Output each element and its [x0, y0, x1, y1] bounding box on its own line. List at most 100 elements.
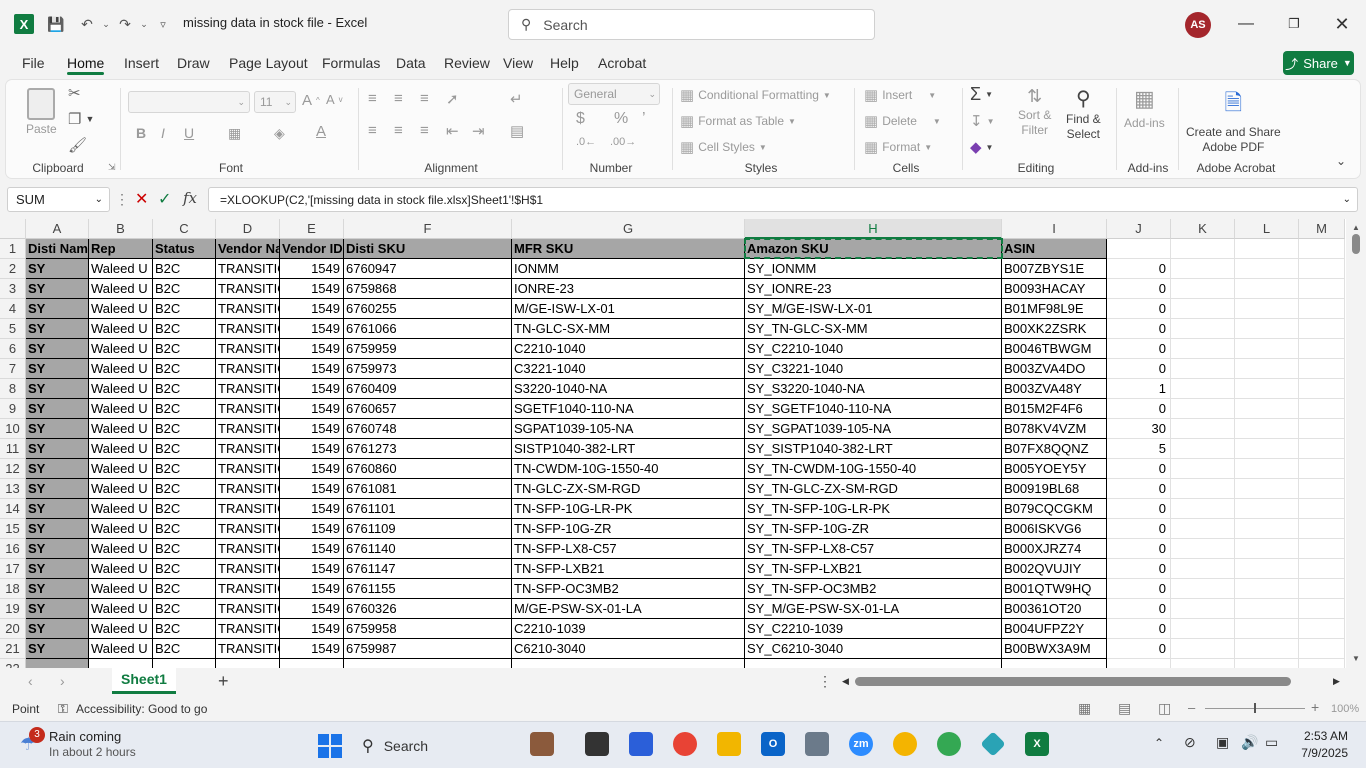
task-view-icon[interactable] — [585, 732, 609, 756]
insert-cells-button[interactable]: ▦ Insert ▼ — [864, 86, 936, 104]
column-header[interactable]: E — [280, 219, 344, 239]
table-cell[interactable]: TRANSITION — [216, 459, 280, 479]
empty-cell[interactable] — [1171, 319, 1235, 339]
table-cell[interactable]: 6760409 — [344, 379, 512, 399]
empty-cell[interactable] — [1299, 239, 1345, 259]
header-cell[interactable]: Status — [153, 239, 216, 259]
empty-cell[interactable] — [1299, 359, 1345, 379]
tab-data[interactable]: Data — [396, 55, 426, 71]
table-cell[interactable]: SY — [26, 499, 89, 519]
table-cell[interactable]: IONMM — [512, 259, 745, 279]
scroll-up-icon[interactable]: ▲ — [1352, 223, 1360, 232]
table-cell[interactable]: SY — [26, 319, 89, 339]
restore-icon[interactable]: ❐ — [1279, 10, 1309, 38]
scroll-down-icon[interactable]: ▼ — [1352, 654, 1360, 663]
row-header[interactable]: 10 — [0, 419, 26, 439]
table-cell[interactable]: B015M2F4F6 — [1002, 399, 1107, 419]
table-cell[interactable]: SY — [26, 359, 89, 379]
table-cell[interactable]: TRANSITION — [216, 499, 280, 519]
lookup-result-cell[interactable]: 0 — [1107, 499, 1171, 519]
header-cell[interactable]: Disti Name — [26, 239, 89, 259]
empty-cell[interactable] — [1235, 399, 1299, 419]
table-cell[interactable]: B2C — [153, 639, 216, 659]
bold-button[interactable]: B — [136, 125, 146, 141]
table-cell[interactable]: SY_IONMM — [745, 259, 1002, 279]
scroll-right-icon[interactable]: ▶ — [1333, 676, 1340, 687]
table-cell[interactable]: Waleed U — [89, 459, 153, 479]
empty-cell[interactable] — [1235, 499, 1299, 519]
table-cell[interactable]: C2210-1040 — [512, 339, 745, 359]
table-cell[interactable]: TRANSITION — [216, 439, 280, 459]
column-header[interactable]: J — [1107, 219, 1171, 239]
find-select-button[interactable]: ⚲ Find & Select — [1066, 86, 1101, 141]
partial-row-cell[interactable] — [1299, 659, 1345, 668]
file-explorer-icon[interactable] — [717, 732, 741, 756]
header-cell[interactable]: Disti SKU — [344, 239, 512, 259]
comma-icon[interactable]: ’ — [642, 110, 646, 128]
column-header[interactable]: L — [1235, 219, 1299, 239]
table-cell[interactable]: B2C — [153, 399, 216, 419]
windows-start-icon[interactable] — [318, 734, 342, 758]
number-format-select[interactable]: General ⌄ — [568, 83, 660, 105]
table-cell[interactable]: TRANSITION — [216, 279, 280, 299]
chrome-alt-profile-icon[interactable] — [937, 732, 961, 756]
table-cell[interactable]: Waleed U — [89, 639, 153, 659]
table-cell[interactable]: SY_M/GE-ISW-LX-01 — [745, 299, 1002, 319]
empty-cell[interactable] — [1171, 519, 1235, 539]
table-cell[interactable]: B0046TBWGM — [1002, 339, 1107, 359]
table-cell[interactable]: 1549 — [280, 359, 344, 379]
table-cell[interactable]: TRANSITION — [216, 359, 280, 379]
share-button[interactable]: ⤴ Share ▼ — [1283, 51, 1354, 75]
table-cell[interactable]: 6760748 — [344, 419, 512, 439]
lookup-result-cell[interactable]: 1 — [1107, 379, 1171, 399]
row-header[interactable]: 2 — [0, 259, 26, 279]
table-cell[interactable]: B003ZVA48Y — [1002, 379, 1107, 399]
lookup-result-cell[interactable]: 0 — [1107, 399, 1171, 419]
column-header[interactable]: K — [1171, 219, 1235, 239]
scroll-left-icon[interactable]: ◀ — [842, 676, 849, 687]
table-cell[interactable]: SY_SGPAT1039-105-NA — [745, 419, 1002, 439]
table-cell[interactable]: 1549 — [280, 619, 344, 639]
clear-icon[interactable]: ◆ ▼ — [970, 138, 993, 156]
table-cell[interactable]: 6760860 — [344, 459, 512, 479]
table-cell[interactable]: Waleed U — [89, 319, 153, 339]
zoom-level[interactable]: 100% — [1331, 703, 1359, 715]
table-cell[interactable]: SY_S3220-1040-NA — [745, 379, 1002, 399]
table-cell[interactable]: SY — [26, 639, 89, 659]
table-cell[interactable]: TN-CWDM-10G-1550-40 — [512, 459, 745, 479]
dialog-launcher-icon[interactable]: ⇲ — [108, 162, 116, 173]
page-break-view-icon[interactable]: ◫ — [1158, 700, 1171, 717]
vertical-scrollbar[interactable]: ▲ ▼ — [1346, 219, 1366, 668]
table-cell[interactable]: SY_TN-SFP-10G-LR-PK — [745, 499, 1002, 519]
format-painter-icon[interactable]: 🖌 — [68, 136, 87, 154]
tab-home[interactable]: Home — [67, 55, 104, 71]
increase-indent-icon[interactable]: ⇥ — [472, 122, 485, 140]
column-header[interactable]: F — [344, 219, 512, 239]
table-cell[interactable]: B2C — [153, 419, 216, 439]
increase-font-icon[interactable]: A ^ — [302, 92, 320, 109]
table-cell[interactable]: 1549 — [280, 299, 344, 319]
zoom-out-icon[interactable]: – — [1188, 700, 1195, 715]
empty-cell[interactable] — [1299, 519, 1345, 539]
table-cell[interactable]: 1549 — [280, 399, 344, 419]
empty-cell[interactable] — [1171, 339, 1235, 359]
table-cell[interactable]: B2C — [153, 359, 216, 379]
table-cell[interactable]: Waleed U — [89, 519, 153, 539]
lookup-result-cell[interactable]: 0 — [1107, 299, 1171, 319]
table-cell[interactable]: 1549 — [280, 499, 344, 519]
wrap-text-icon[interactable]: ↵ — [510, 90, 523, 108]
partial-row-cell[interactable] — [1107, 659, 1171, 668]
table-cell[interactable]: B2C — [153, 499, 216, 519]
taskbar-excel-icon[interactable]: X — [1025, 732, 1049, 756]
add-ins-button[interactable]: ▦ Add-ins — [1124, 86, 1165, 130]
empty-cell[interactable] — [1299, 539, 1345, 559]
table-cell[interactable]: SY — [26, 559, 89, 579]
empty-cell[interactable] — [1299, 619, 1345, 639]
table-cell[interactable]: B2C — [153, 539, 216, 559]
table-cell[interactable]: 6759959 — [344, 339, 512, 359]
undo-icon[interactable]: ↶ — [78, 14, 96, 34]
partial-row-cell[interactable] — [1171, 659, 1235, 668]
collapse-ribbon-icon[interactable]: ⌄ — [1336, 154, 1346, 168]
orientation-icon[interactable]: ➚ — [446, 90, 459, 108]
empty-cell[interactable] — [1171, 399, 1235, 419]
